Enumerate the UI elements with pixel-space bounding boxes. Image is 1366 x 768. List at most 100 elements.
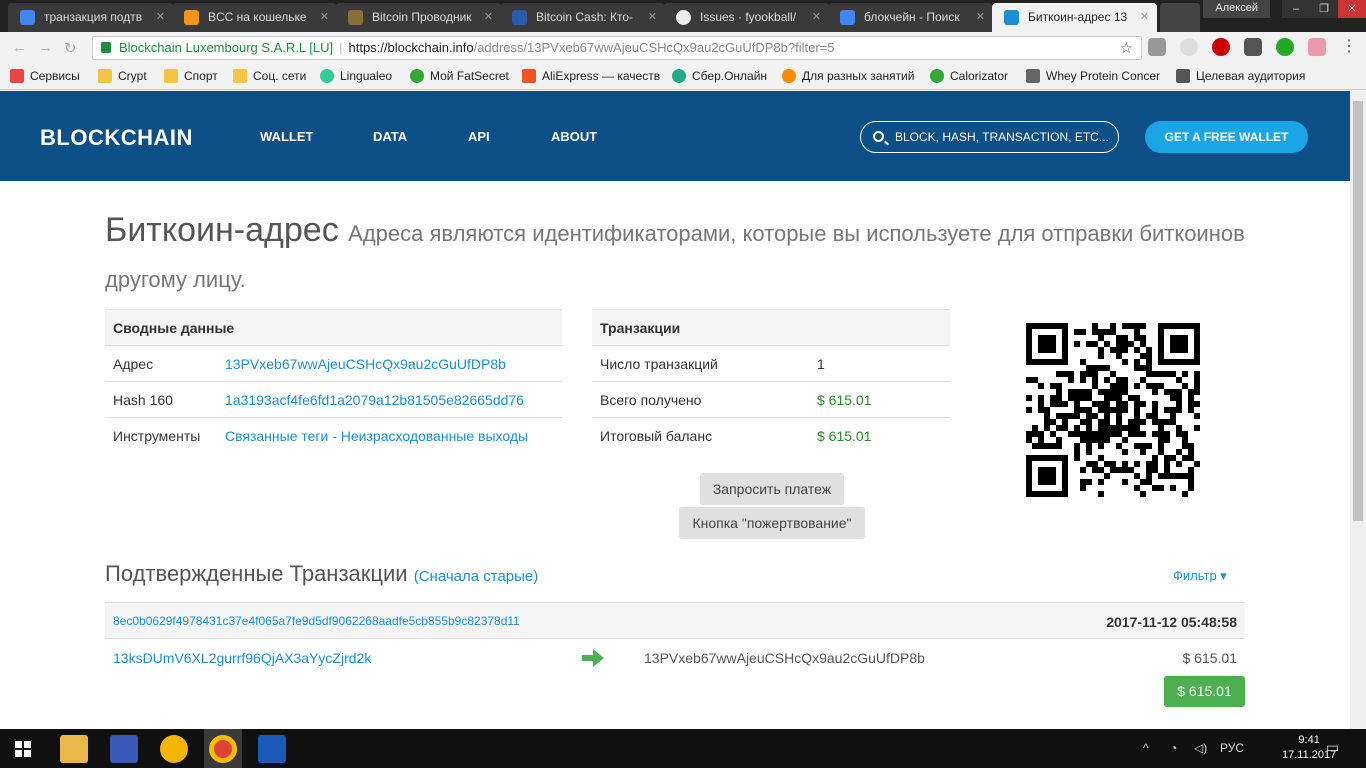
bookmark-sberbank[interactable]: Сбер.Онлайн bbox=[672, 69, 767, 83]
tab-3[interactable]: Bitcoin Проводник ✕ bbox=[336, 3, 501, 32]
tx-hash-link[interactable]: 8ec0b0629f4978431c37e4f065a7fe9d5df90622… bbox=[113, 614, 520, 628]
table-row: Число транзакций 1 bbox=[592, 345, 950, 382]
url-input[interactable]: Blockchain Luxembourg S.A.R.L [LU] | https… bbox=[92, 36, 1142, 60]
close-icon[interactable]: ✕ bbox=[648, 10, 657, 23]
extension-icon[interactable] bbox=[1308, 38, 1326, 56]
site-identity[interactable]: Blockchain Luxembourg S.A.R.L [LU] bbox=[119, 40, 333, 55]
bookmark-services[interactable]: Сервисы bbox=[10, 69, 80, 83]
final-balance: $ 615.01 bbox=[809, 417, 950, 454]
summary-header: Сводные данные bbox=[105, 309, 562, 346]
close-icon[interactable]: ✕ bbox=[320, 10, 329, 23]
tx-count: 1 bbox=[809, 345, 950, 382]
tab-1[interactable]: транзакция подтв ✕ bbox=[8, 3, 173, 32]
nav-about[interactable]: ABOUT bbox=[551, 129, 597, 144]
tab-5[interactable]: Issues · fyookball/✕ bbox=[664, 3, 829, 32]
bookmark-crypt[interactable]: Crypt bbox=[98, 69, 147, 83]
mail-extension-icon[interactable] bbox=[1148, 38, 1166, 56]
taskbar: ^ ◔ ◁) РУС 9:41 17.11.2017 ▭ bbox=[0, 729, 1366, 768]
folder-icon bbox=[164, 69, 178, 83]
bookmark-aliexpress[interactable]: AliExpress — качеств bbox=[522, 69, 660, 83]
tx-date: 2017-11-12 05:48:58 bbox=[1106, 614, 1237, 630]
reload-icon[interactable]: ↻ bbox=[64, 39, 77, 57]
close-icon[interactable]: ✕ bbox=[1140, 10, 1149, 23]
aliexpress-icon bbox=[522, 69, 536, 83]
bookmark-calorizator[interactable]: Calorizator bbox=[930, 69, 1008, 83]
lingualeo-icon bbox=[320, 69, 334, 83]
page-scrollbar[interactable] bbox=[1350, 91, 1366, 729]
forward-icon[interactable]: → bbox=[38, 39, 53, 56]
tab-7-active[interactable]: Биткоин-адрес 13 ✕ bbox=[992, 3, 1157, 32]
close-icon[interactable]: ✕ bbox=[976, 10, 985, 23]
nav-data[interactable]: DATA bbox=[373, 129, 407, 144]
tx-from-link[interactable]: 13ksDUmV6XL2gurrf96QjAX3aYycZjrd2k bbox=[113, 650, 371, 666]
bookmark-social[interactable]: Соц. сети bbox=[233, 69, 306, 83]
bookmark-lingualeo[interactable]: Lingualeo bbox=[320, 69, 392, 83]
show-hidden-icons[interactable]: ^ bbox=[1143, 741, 1149, 755]
nav-wallet[interactable]: WALLET bbox=[260, 129, 313, 144]
get-free-wallet-button[interactable]: GET A FREE WALLET bbox=[1145, 121, 1308, 153]
nav-api[interactable]: API bbox=[468, 129, 490, 144]
ublock-extension-icon[interactable] bbox=[1212, 38, 1230, 56]
request-payment-button[interactable]: Запросить платеж bbox=[700, 473, 844, 505]
sberbank-icon bbox=[672, 69, 686, 83]
transactions-table: Транзакции Число транзакций 1 Всего получ… bbox=[592, 309, 950, 454]
donate-button[interactable]: Кнопка "пожертвование" bbox=[679, 507, 865, 539]
volume-icon[interactable]: ◁) bbox=[1194, 741, 1207, 755]
table-row: Адрес 13PVxeb67wwAjeuCSHcQx9au2cGuUfDP8b bbox=[105, 345, 562, 382]
music-extension-icon[interactable] bbox=[1244, 38, 1262, 56]
minimize-button[interactable]: – bbox=[1282, 0, 1310, 18]
close-icon[interactable]: ✕ bbox=[812, 10, 821, 23]
notifications-icon[interactable]: ▭ bbox=[1326, 739, 1339, 756]
summary-table: Сводные данные Адрес 13PVxeb67wwAjeuCSHcQ… bbox=[105, 309, 562, 454]
folder-icon bbox=[98, 69, 112, 83]
weather-extension-icon[interactable] bbox=[1180, 38, 1198, 56]
bitcoin-wallet-icon[interactable] bbox=[258, 735, 286, 763]
windows-start-icon[interactable] bbox=[15, 741, 31, 757]
file-explorer-icon[interactable] bbox=[60, 735, 88, 763]
back-icon[interactable]: ← bbox=[12, 39, 27, 56]
transactions-header: Транзакции bbox=[592, 309, 950, 346]
bookmark-whey[interactable]: Whey Protein Concer bbox=[1026, 69, 1160, 83]
tx-to-address: 13PVxeb67wwAjeuCSHcQx9au2cGuUfDP8b bbox=[644, 650, 925, 666]
close-window-button[interactable]: ✕ bbox=[1338, 0, 1366, 18]
tab-6[interactable]: блокчейн - Поиск ✕ bbox=[828, 3, 993, 32]
tab-2[interactable]: BCC на кошельке ✕ bbox=[172, 3, 337, 32]
new-tab-button[interactable] bbox=[1160, 3, 1200, 32]
download-extension-icon[interactable] bbox=[1276, 38, 1294, 56]
tab-4[interactable]: Bitcoin Cash: Кто- ✕ bbox=[500, 3, 665, 32]
blockchain-logo[interactable]: BLOCKCHAIN bbox=[40, 125, 193, 151]
arrow-right-icon bbox=[582, 649, 604, 667]
language-indicator[interactable]: РУС bbox=[1220, 741, 1244, 755]
scrollbar-thumb[interactable] bbox=[1353, 101, 1363, 521]
close-icon[interactable]: ✕ bbox=[484, 10, 493, 23]
bookmarks-bar: Сервисы Crypt Спорт Соц. сети Lingualeo … bbox=[0, 63, 1366, 90]
profile-button[interactable]: Алексей bbox=[1203, 0, 1270, 18]
app-icon[interactable] bbox=[160, 735, 188, 763]
address-qr-code bbox=[1026, 323, 1200, 497]
close-icon[interactable]: ✕ bbox=[156, 10, 165, 23]
page-title: Биткоин-адрес Адреса являются идентифика… bbox=[105, 211, 1245, 292]
bitcoin-icon bbox=[184, 10, 199, 25]
bookmark-star-icon[interactable]: ☆ bbox=[1120, 38, 1133, 59]
filter-dropdown[interactable]: Фильтр ▾ bbox=[1173, 568, 1227, 584]
hash160-link[interactable]: 1a3193acf4fe6fd1a2079a12b81505e82665dd76 bbox=[217, 381, 562, 418]
browser-tab-strip: транзакция подтв ✕ BCC на кошельке ✕ Bitco… bbox=[0, 0, 1366, 32]
bookmark-sport[interactable]: Спорт bbox=[164, 69, 218, 83]
google-icon bbox=[840, 10, 855, 25]
bookmark-various[interactable]: Для разных занятий bbox=[782, 69, 914, 83]
maximize-button[interactable]: ❐ bbox=[1310, 0, 1338, 18]
bookmark-audience[interactable]: Целевая аудитория bbox=[1176, 69, 1305, 83]
sort-oldest-link[interactable]: (Сначала старые) bbox=[414, 568, 539, 585]
site-search-input[interactable]: BLOCK, HASH, TRANSACTION, ETC... bbox=[860, 121, 1119, 153]
save-icon[interactable] bbox=[110, 735, 138, 763]
address-link[interactable]: 13PVxeb67wwAjeuCSHcQx9au2cGuUfDP8b bbox=[217, 345, 562, 382]
table-row: Итоговый баланс $ 615.01 bbox=[592, 417, 950, 454]
bookmark-fatsecret[interactable]: Мой FatSecret bbox=[410, 69, 509, 83]
menu-icon[interactable]: ⋮ bbox=[1340, 38, 1358, 56]
calorizator-icon bbox=[930, 69, 944, 83]
tools-links[interactable]: Связанные теги - Неизрасходованные выход… bbox=[217, 417, 562, 454]
tx-total-button[interactable]: $ 615.01 bbox=[1164, 676, 1245, 707]
network-icon[interactable]: ◔ bbox=[1170, 741, 1177, 755]
whey-icon bbox=[1026, 69, 1040, 83]
explorer-icon bbox=[348, 10, 363, 25]
